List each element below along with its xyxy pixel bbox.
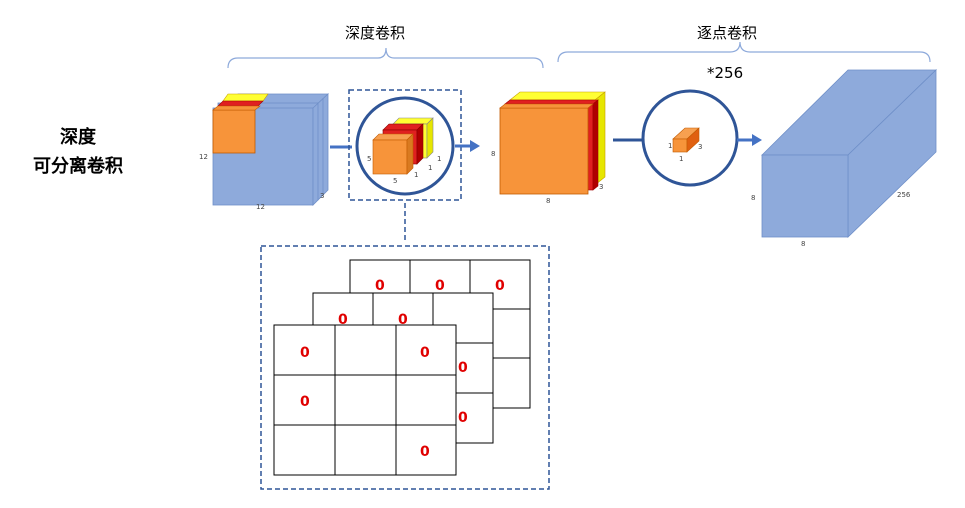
intermediate-cube <box>499 91 606 195</box>
output-depth-label: 256 <box>897 191 911 199</box>
input-height-label: 12 <box>199 153 208 161</box>
zero-mid-4: 0 <box>458 410 468 426</box>
pw-kernel-h-label: 1 <box>668 142 673 150</box>
zero-back-1: 0 <box>375 278 385 294</box>
kernel-width-label: 5 <box>393 177 398 185</box>
input-cube <box>212 93 330 206</box>
kernel-depth-label-2: 1 <box>414 171 419 179</box>
mid-height-label: 8 <box>491 150 496 158</box>
zero-front-3: 0 <box>300 394 310 410</box>
output-height-label: 8 <box>751 194 756 202</box>
mid-width-label: 8 <box>546 197 551 205</box>
zero-front-4: 0 <box>420 444 430 460</box>
pw-kernel-d-label: 3 <box>698 143 703 151</box>
kernel-depth-label-3: 1 <box>437 155 442 163</box>
diagram-canvas: 0 0 0 0 0 0 0 0 0 0 0 <box>212 41 937 490</box>
zero-front-2: 0 <box>420 345 430 361</box>
output-width-label: 8 <box>801 240 806 248</box>
kernel-depth-label-1: 1 <box>428 164 433 172</box>
zero-mid-1: 0 <box>338 312 348 328</box>
input-depth-label: 3 <box>320 192 325 200</box>
zero-back-2: 0 <box>435 278 445 294</box>
zero-mid-3: 0 <box>458 360 468 376</box>
zero-front-1: 0 <box>300 345 310 361</box>
pointwise-brace <box>557 41 931 63</box>
depthwise-brace <box>227 47 544 69</box>
output-cuboid <box>761 69 937 238</box>
input-width-label: 12 <box>256 203 265 211</box>
pw-kernel-w-label: 1 <box>679 155 684 163</box>
kernel-height-label: 5 <box>367 155 372 163</box>
mid-depth-label: 3 <box>599 183 604 191</box>
zero-mid-2: 0 <box>398 312 408 328</box>
zero-back-3: 0 <box>495 278 505 294</box>
